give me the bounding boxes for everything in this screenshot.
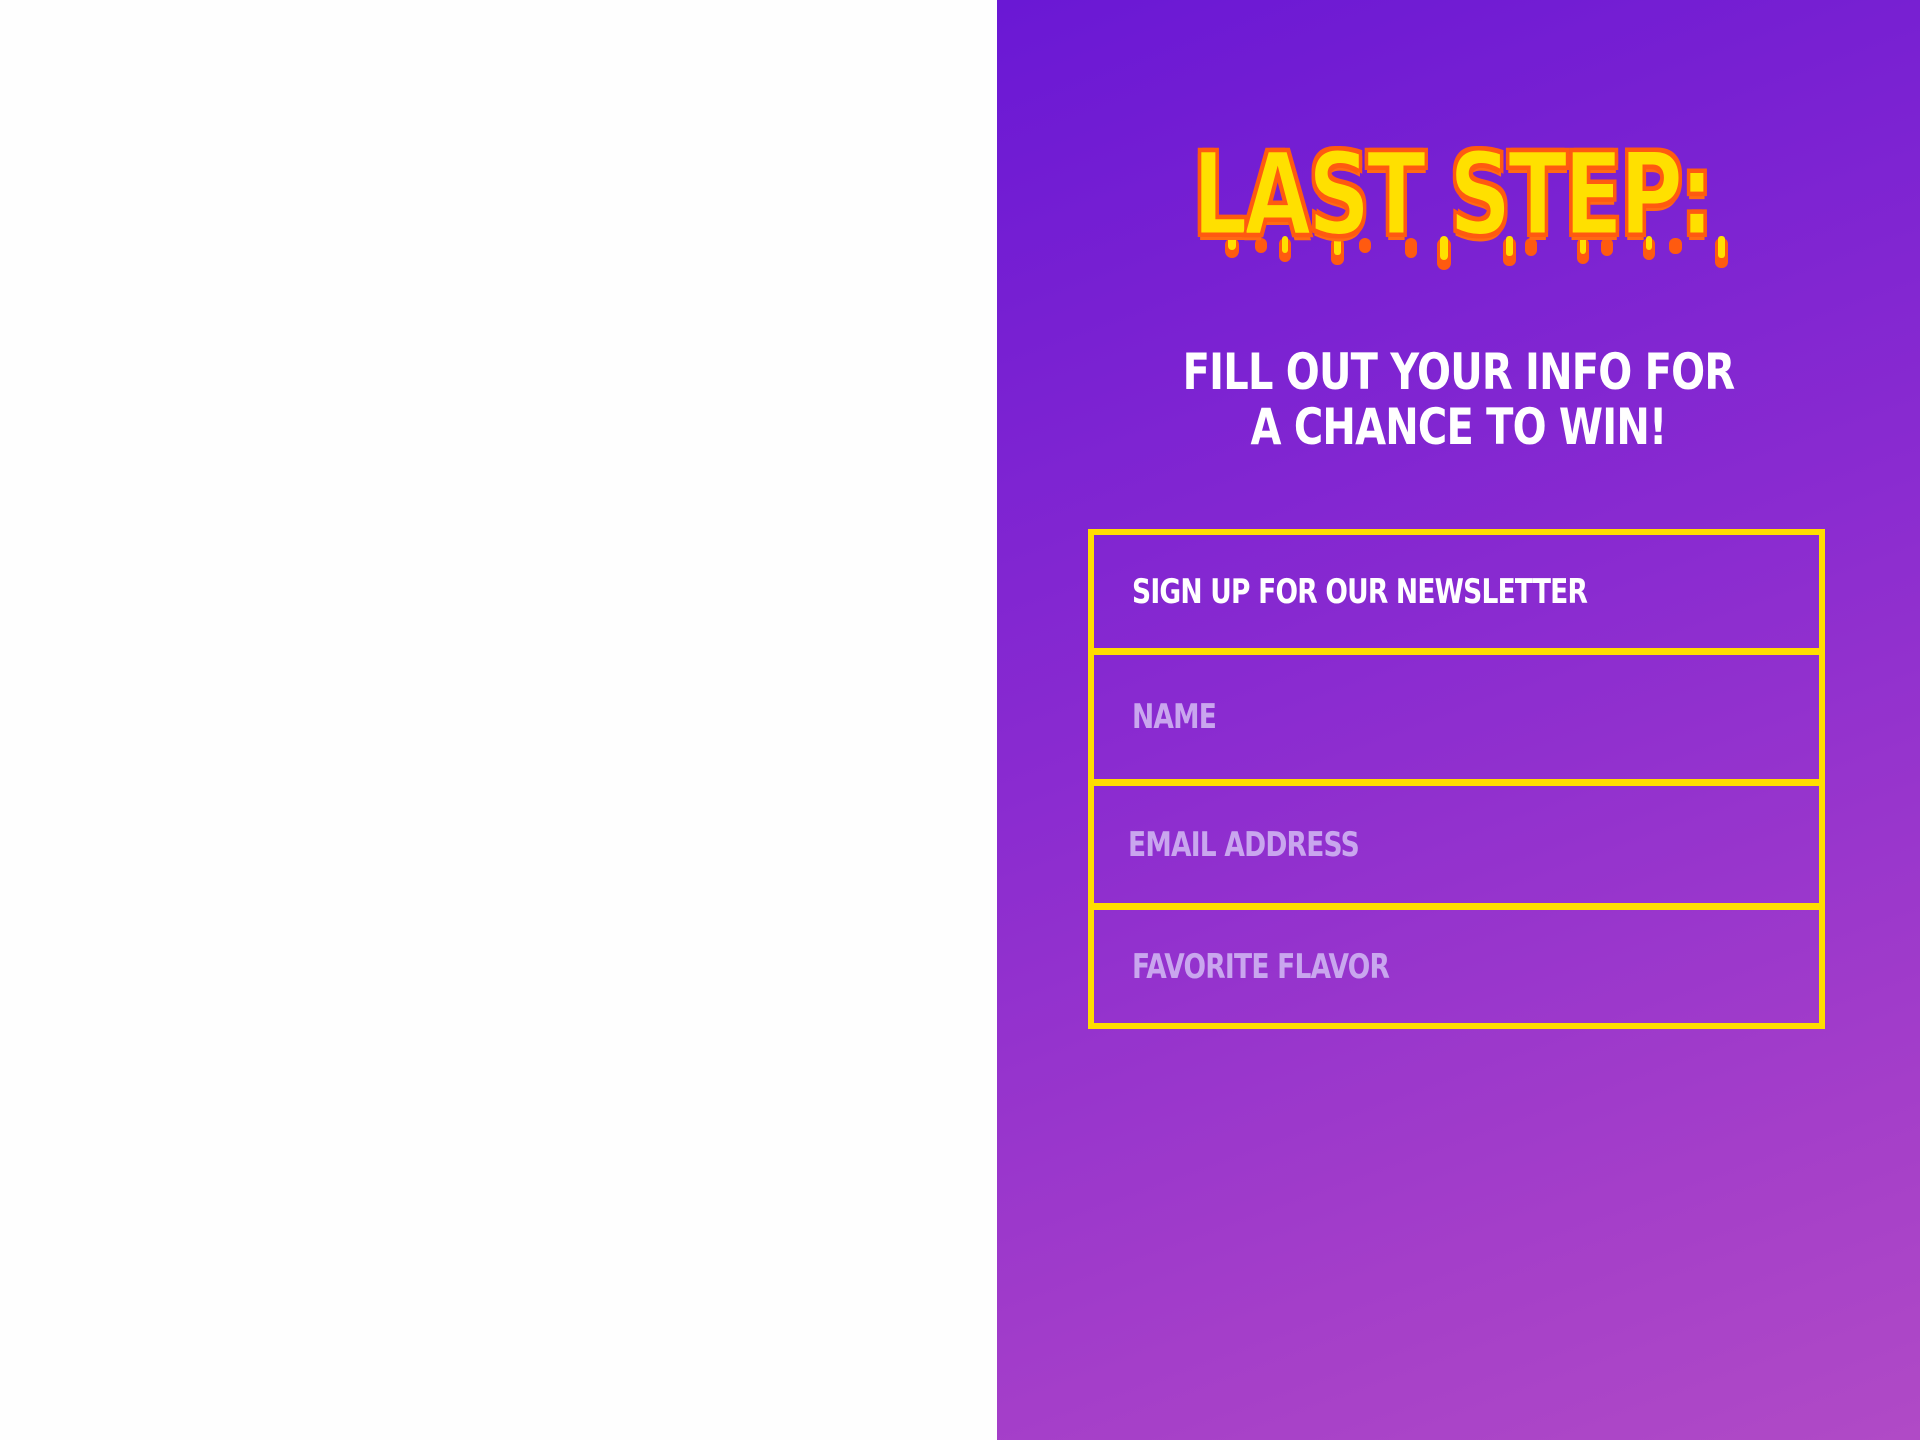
- favorite-flavor-input[interactable]: [1132, 910, 1668, 1023]
- email-input[interactable]: [1128, 786, 1667, 903]
- form-divider: [1094, 648, 1819, 655]
- flavor-field-row: [1094, 910, 1819, 1023]
- form-divider: [1094, 903, 1819, 910]
- page-title: LAST STEP:: [1191, 128, 1716, 262]
- blank-left-panel: [0, 0, 997, 1440]
- name-field-row: [1094, 655, 1819, 779]
- subheadline-line-1: FILL OUT YOUR INFO FOR: [1182, 343, 1735, 401]
- subheadline-line-2: A CHANCE TO WIN!: [1250, 398, 1668, 456]
- form-divider: [1094, 779, 1819, 786]
- signup-panel: LAST STEP: FILL OUT YOUR INFO FOR A CHAN…: [997, 0, 1920, 1440]
- newsletter-form: SIGN UP FOR OUR NEWSLETTER: [1088, 529, 1825, 1029]
- subheadline: FILL OUT YOUR INFO FOR A CHANCE TO WIN!: [1089, 345, 1827, 455]
- email-field-row: [1094, 786, 1819, 903]
- name-input[interactable]: [1132, 655, 1668, 779]
- headline-container: LAST STEP:: [997, 128, 1920, 262]
- form-title-row: SIGN UP FOR OUR NEWSLETTER: [1094, 535, 1819, 648]
- page: LAST STEP: FILL OUT YOUR INFO FOR A CHAN…: [0, 0, 1920, 1440]
- form-title: SIGN UP FOR OUR NEWSLETTER: [1132, 571, 1588, 612]
